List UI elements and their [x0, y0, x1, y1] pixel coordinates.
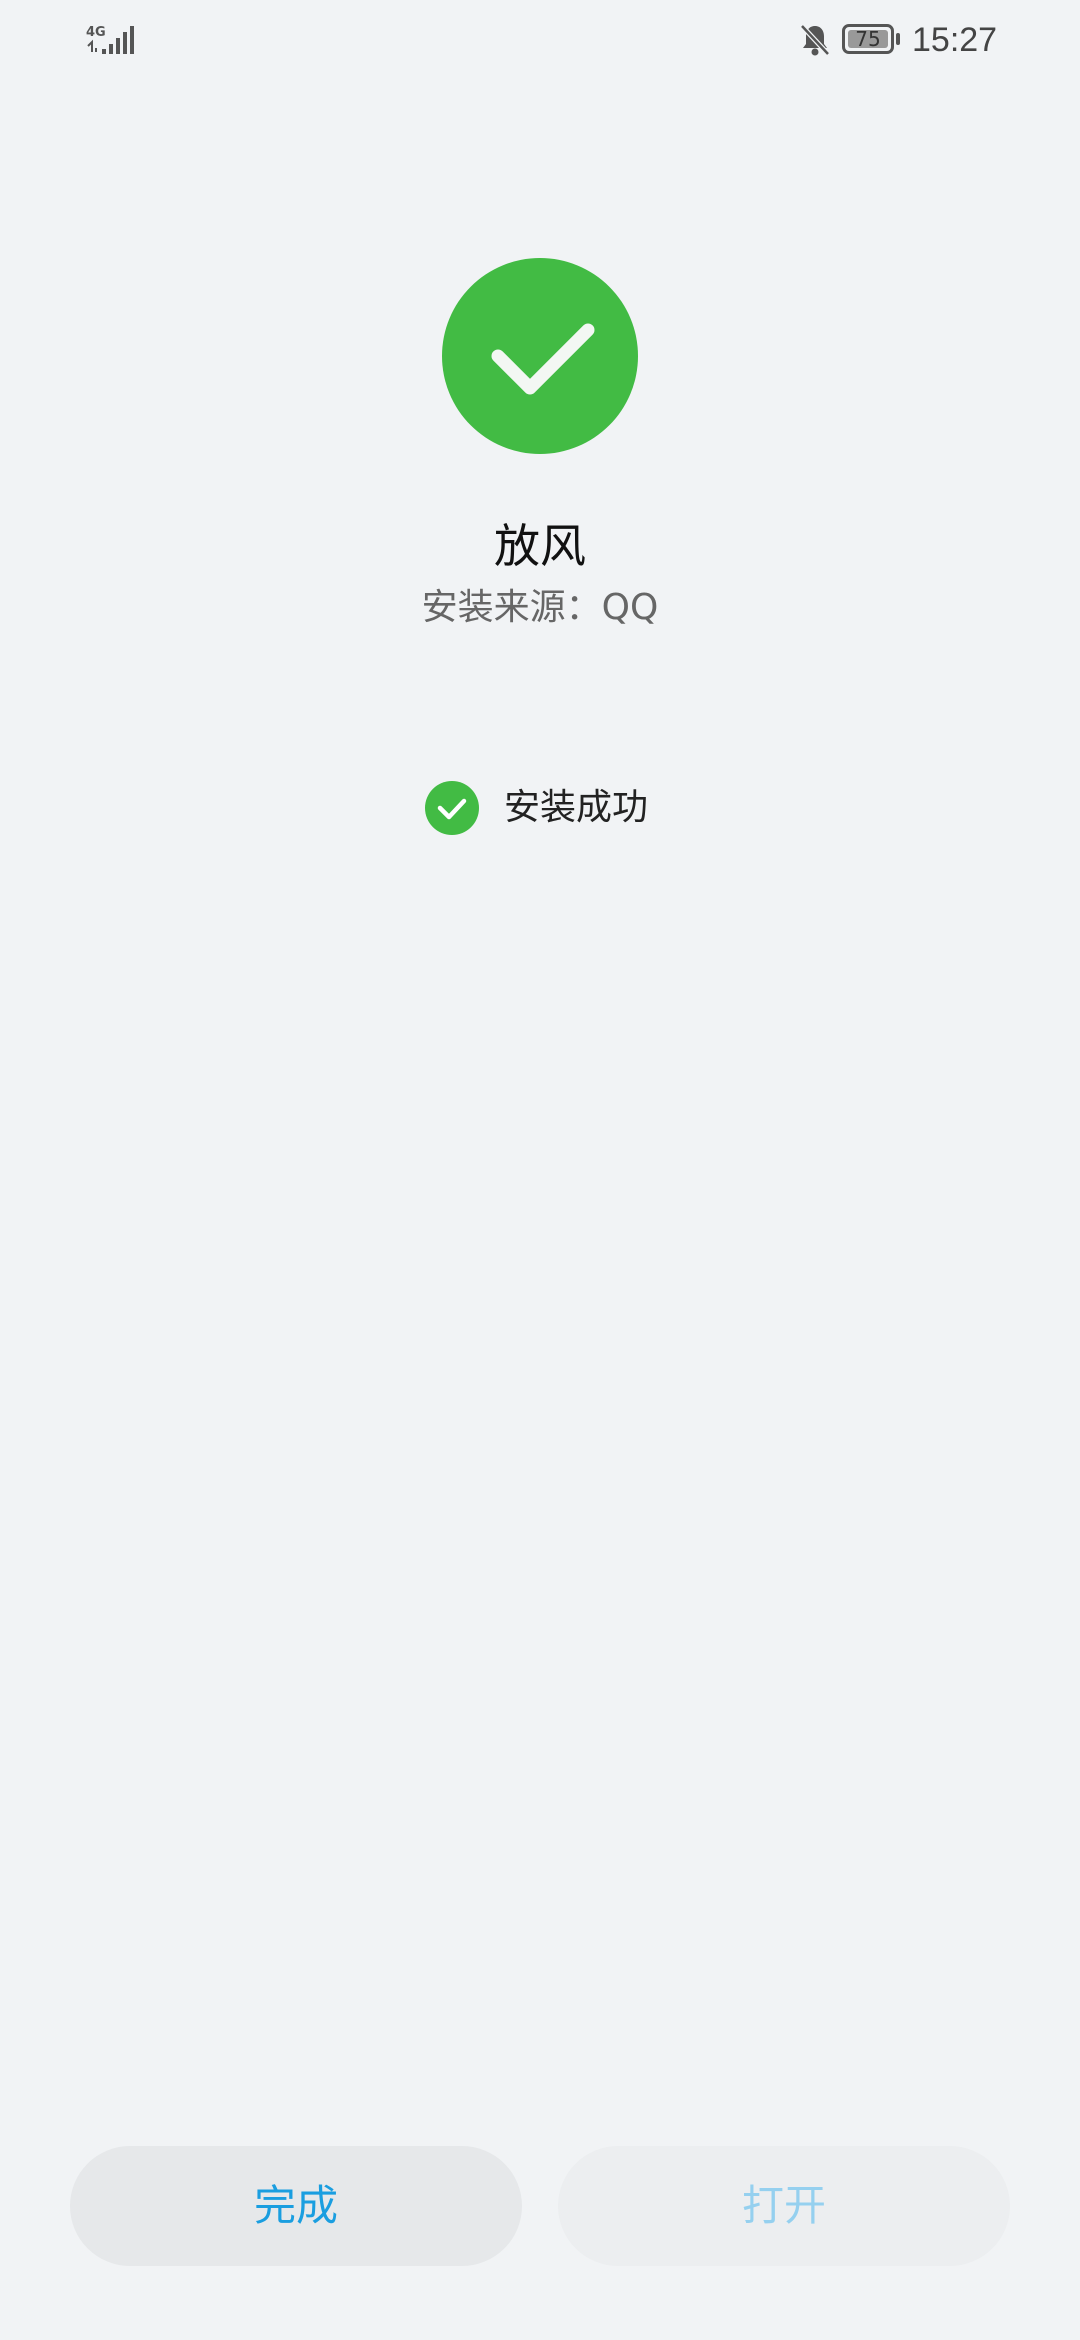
done-button[interactable]: 完成 — [70, 2146, 522, 2266]
check-circle-icon — [442, 258, 638, 454]
check-circle-icon — [425, 781, 479, 835]
signal-4g-icon: 4G — [86, 25, 134, 54]
app-name: 放风 — [494, 519, 586, 573]
svg-text:4G: 4G — [86, 25, 106, 40]
bell-off-icon — [800, 24, 830, 56]
install-status: 安装成功 — [420, 776, 720, 836]
status-bar: 4G 75 15:27 — [0, 0, 1080, 80]
open-button[interactable]: 打开 — [558, 2146, 1010, 2266]
battery-tip — [896, 33, 900, 45]
install-status-text: 安装成功 — [504, 787, 649, 828]
install-source: 安装来源：QQ — [421, 587, 659, 628]
battery-icon: 75 — [842, 24, 904, 58]
clock: 15:27 — [912, 21, 998, 59]
battery-level: 75 — [855, 27, 881, 51]
